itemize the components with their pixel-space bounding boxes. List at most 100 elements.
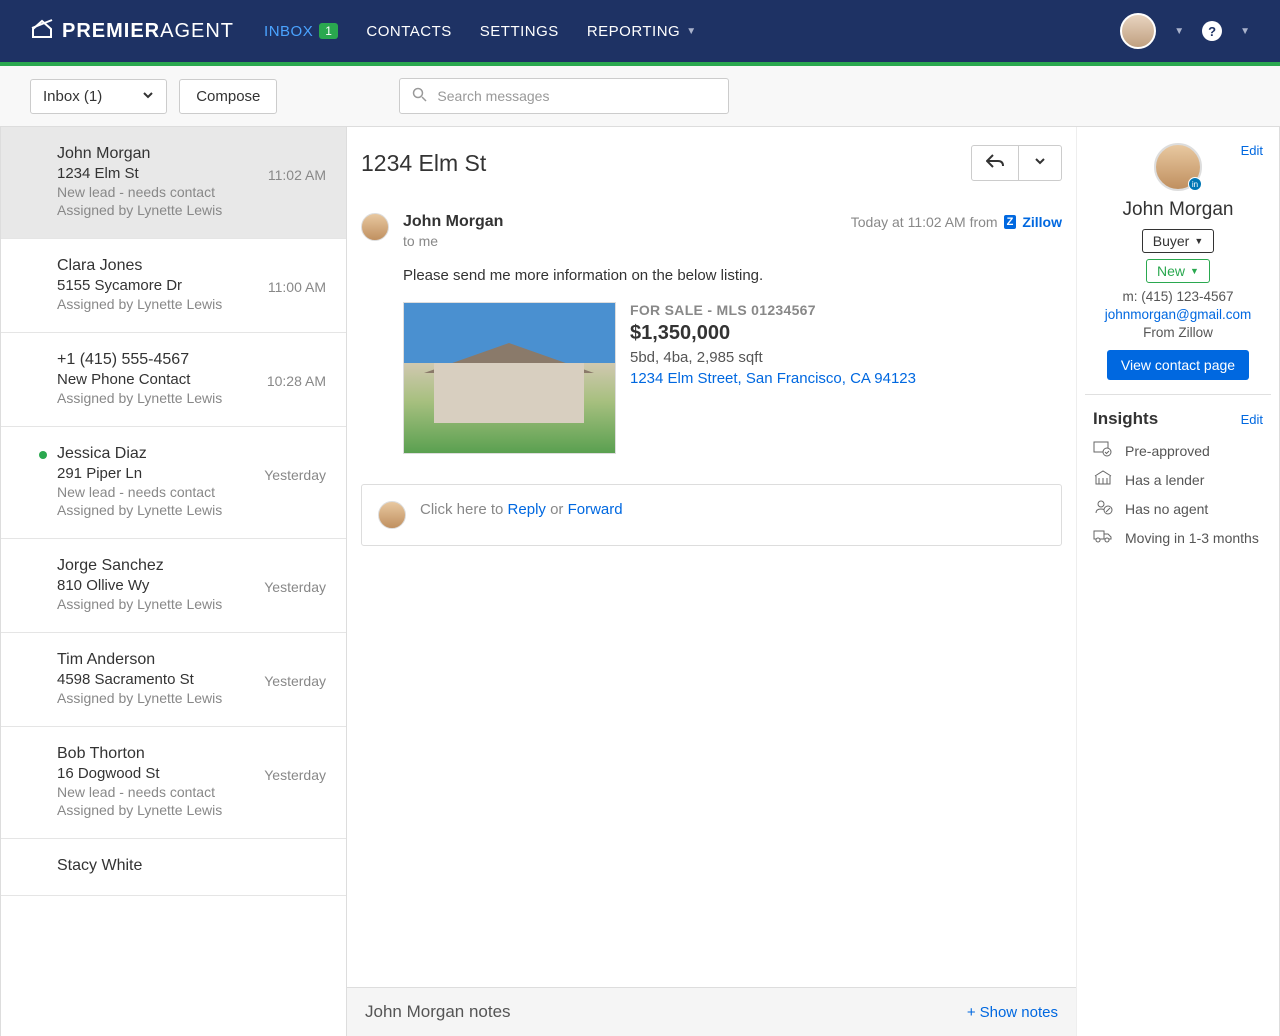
nav-inbox[interactable]: INBOX 1 [264,23,338,40]
message-timestamp: Today at 11:02 AM from Z Zillow [851,214,1062,230]
show-notes-label: Show notes [980,1004,1058,1021]
compose-button[interactable]: Compose [179,79,277,114]
msg-name: Jorge Sanchez [57,557,326,575]
listing-image[interactable] [403,302,616,454]
insight-row: Pre-approved [1093,441,1263,460]
source-name[interactable]: Zillow [1022,214,1062,230]
forward-link[interactable]: Forward [568,501,623,518]
listing-card: FOR SALE - MLS 01234567 $1,350,000 5bd, … [403,302,1062,454]
detail-title: 1234 Elm St [361,150,486,177]
msg-assigned: Assigned by Lynette Lewis [57,502,326,518]
message-item[interactable]: Bob Thorton 16 Dogwood St New lead - nee… [1,727,346,839]
no-agent-icon [1093,499,1113,518]
msg-time: 11:00 AM [268,279,326,295]
edit-contact-link[interactable]: Edit [1241,143,1263,158]
chevron-down-icon[interactable]: ▼ [1174,26,1184,37]
nav-inbox-badge: 1 [319,23,338,39]
message-item[interactable]: Jorge Sanchez 810 Ollive Wy Assigned by … [1,539,346,633]
user-avatar [378,501,406,529]
top-nav: PREMIER AGENT INBOX 1 CONTACTS SETTINGS … [0,0,1280,62]
search-icon [412,87,427,105]
sender-name: John Morgan [403,213,503,231]
msg-meta: New lead - needs contact [57,784,326,800]
msg-time: Yesterday [264,467,326,483]
nav-contacts[interactable]: CONTACTS [366,23,451,40]
search-input[interactable]: Search messages [399,78,729,114]
message-item[interactable]: Clara Jones 5155 Sycamore Dr Assigned by… [1,239,346,333]
msg-time: Yesterday [264,579,326,595]
message-to: to me [403,233,1062,249]
app-body: John Morgan 1234 Elm St New lead - needs… [0,127,1280,1036]
insight-label: Has a lender [1125,472,1204,488]
contact-name: John Morgan [1093,199,1263,221]
message-item[interactable]: Stacy White [1,839,346,896]
chip-label: New [1157,263,1185,279]
more-actions-button[interactable] [1019,145,1062,181]
message-item[interactable]: Tim Anderson 4598 Sacramento St Assigned… [1,633,346,727]
chevron-down-icon: ▼ [1194,236,1203,246]
msg-assigned: Assigned by Lynette Lewis [57,802,326,818]
view-contact-button[interactable]: View contact page [1107,350,1249,380]
message-item[interactable]: John Morgan 1234 Elm St New lead - needs… [1,127,346,239]
msg-time: Yesterday [264,673,326,689]
listing-status: FOR SALE - MLS 01234567 [630,302,1062,318]
contact-email-link[interactable]: johnmorgan@gmail.com [1093,307,1263,322]
listing-price: $1,350,000 [630,322,1062,345]
msg-time: Yesterday [264,767,326,783]
insight-row: Moving in 1-3 months [1093,528,1263,547]
toolbar: Inbox (1) Compose Search messages [0,66,1280,127]
online-dot-icon [39,451,47,459]
msg-name: John Morgan [57,145,326,163]
listing-address-link[interactable]: 1234 Elm Street, San Francisco, CA 94123 [630,370,1062,387]
message-item[interactable]: Jessica Diaz 291 Piper Ln New lead - nee… [1,427,346,539]
reply-link[interactable]: Reply [508,501,546,518]
nav-reporting[interactable]: REPORTING ▼ [587,23,697,40]
message-item[interactable]: +1 (415) 555-4567 New Phone Contact Assi… [1,333,346,427]
plus-icon: + [967,1004,976,1021]
message-text: Please send me more information on the b… [403,267,1062,284]
msg-name: +1 (415) 555-4567 [57,351,326,369]
insight-row: Has a lender [1093,470,1263,489]
lender-icon [1093,470,1113,489]
msg-time: 10:28 AM [267,373,326,389]
nav-items: INBOX 1 CONTACTS SETTINGS REPORTING ▼ [264,23,697,40]
inbox-dropdown-label: Inbox (1) [43,88,102,105]
msg-name: Stacy White [57,857,326,875]
nav-settings[interactable]: SETTINGS [480,23,559,40]
notes-bar: John Morgan notes + Show notes [347,987,1076,1036]
insight-row: Has no agent [1093,499,1263,518]
contact-sidebar: Edit in John Morgan Buyer ▼ New ▼ m: (41… [1077,127,1280,1036]
buyer-chip[interactable]: Buyer ▼ [1142,229,1215,253]
user-avatar[interactable] [1120,13,1156,49]
insight-label: Moving in 1-3 months [1125,530,1259,546]
search-placeholder: Search messages [437,88,549,104]
chip-label: Buyer [1153,233,1190,249]
chevron-down-icon[interactable]: ▼ [1240,26,1250,37]
contact-avatar-wrap: in [1154,143,1202,191]
chevron-down-icon: ▼ [686,26,696,37]
msg-assigned: Assigned by Lynette Lewis [57,690,326,706]
show-notes-button[interactable]: + Show notes [967,1004,1058,1021]
moving-icon [1093,528,1113,547]
msg-time: 11:02 AM [268,167,326,183]
nav-right: ▼ ? ▼ [1120,13,1250,49]
reply-button[interactable] [971,145,1019,181]
reply-box[interactable]: Click here to Reply or Forward [361,484,1062,546]
msg-meta: New lead - needs contact [57,184,326,200]
msg-name: Bob Thorton [57,745,326,763]
logo[interactable]: PREMIER AGENT [30,16,234,46]
edit-insights-link[interactable]: Edit [1241,412,1263,427]
listing-meta: 5bd, 4ba, 2,985 sqft [630,349,1062,366]
msg-name: Clara Jones [57,257,326,275]
linkedin-icon[interactable]: in [1188,177,1202,191]
insight-label: Has no agent [1125,501,1208,517]
logo-text-bold: PREMIER [62,20,160,43]
msg-assigned: Assigned by Lynette Lewis [57,390,326,406]
msg-name: Jessica Diaz [57,445,326,463]
sender-avatar [361,213,389,241]
help-icon[interactable]: ? [1202,21,1222,41]
nav-reporting-label: REPORTING [587,23,680,40]
inbox-dropdown[interactable]: Inbox (1) [30,79,167,114]
message-list: John Morgan 1234 Elm St New lead - needs… [0,127,347,1036]
new-chip[interactable]: New ▼ [1146,259,1210,283]
